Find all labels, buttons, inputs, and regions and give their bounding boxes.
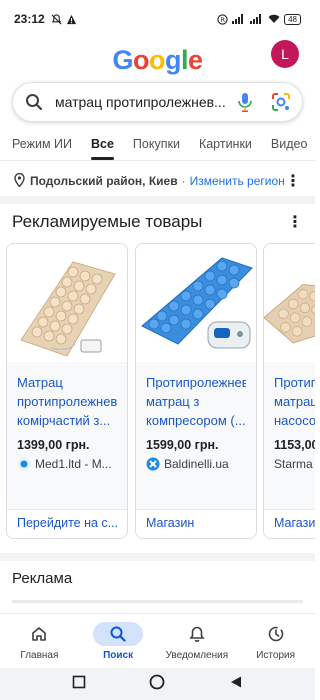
divider: [0, 160, 315, 161]
history-icon: [251, 622, 301, 646]
search-icon: [23, 91, 45, 113]
product-info: Протипролежнев матрац з компресором (...…: [136, 365, 256, 511]
seller-logo-icon: [146, 457, 160, 471]
registered-icon: R: [217, 13, 228, 25]
google-header: Google L: [0, 38, 315, 82]
logo-letter: e: [188, 44, 203, 75]
system-navigation-bar: [0, 668, 315, 700]
tab-shopping[interactable]: Покупки: [133, 130, 180, 160]
search-icon: [93, 622, 144, 646]
location-bar: Подольский район, Киев · Изменить регион…: [0, 168, 315, 194]
search-tabs: Режим ИИ Все Покупки Картинки Видео: [0, 130, 315, 160]
tab-all[interactable]: Все: [90, 130, 114, 160]
logo-letter: g: [164, 44, 182, 75]
change-region-link[interactable]: Изменить регион: [190, 174, 285, 188]
product-title[interactable]: Матрац протипролежнев комірчастий з...: [17, 373, 117, 430]
product-card[interactable]: Матрац протипролежнев комірчастий з... 1…: [6, 243, 128, 539]
product-image[interactable]: [136, 244, 256, 364]
logo-letter: o: [132, 44, 150, 75]
seller-logo-icon: [17, 457, 31, 471]
google-lens-icon[interactable]: [270, 91, 292, 113]
recent-apps-icon[interactable]: [72, 675, 86, 694]
bell-icon: [172, 622, 222, 646]
product-card[interactable]: Протиг матрац насосо 1153,00 Starma Мага…: [263, 243, 315, 539]
logo-letter: l: [180, 44, 189, 75]
nav-history[interactable]: История: [236, 614, 315, 668]
product-card[interactable]: Протипролежнев матрац з компресором (...…: [135, 243, 257, 539]
search-box[interactable]: матрац протипролежнев...: [12, 82, 303, 122]
wifi-icon: [268, 14, 280, 24]
nav-label: Уведомления: [165, 650, 229, 661]
signal-icon-2: [250, 14, 264, 24]
product-info: Матрац протипролежнев комірчастий з... 1…: [7, 365, 127, 511]
google-logo[interactable]: Google: [112, 44, 203, 76]
sponsored-products-header: Рекламируемые товары ⋮: [12, 210, 303, 234]
nav-notifications[interactable]: Уведомления: [158, 614, 237, 668]
tab-images[interactable]: Картинки: [199, 130, 252, 160]
tab-videos[interactable]: Видео: [271, 130, 308, 160]
shop-link[interactable]: Магази: [264, 509, 315, 538]
home-button-icon[interactable]: [149, 674, 165, 695]
section-gap: [0, 196, 315, 204]
location-text: Подольский район, Киев: [30, 174, 178, 188]
product-title[interactable]: Протипролежнев матрац з компресором (...: [146, 373, 246, 430]
product-image[interactable]: [264, 244, 315, 364]
product-carousel[interactable]: Матрац протипролежнев комірчастий з... 1…: [0, 243, 315, 541]
placeholder-line: [12, 600, 303, 603]
section-gap: [0, 553, 315, 561]
search-input[interactable]: матрац протипролежнев...: [55, 94, 228, 110]
product-seller: Med1.ltd - M...: [17, 457, 117, 471]
signal-icon: [232, 14, 246, 24]
status-bar: 23:12 R 48: [0, 0, 315, 38]
location-pin-icon: [14, 172, 25, 190]
nav-label: История: [256, 650, 296, 661]
notifications-off-icon: [51, 13, 62, 25]
status-time: 23:12: [14, 12, 45, 26]
nav-search[interactable]: Поиск: [79, 614, 158, 668]
product-title[interactable]: Протиг матрац насосо: [274, 373, 315, 430]
nav-label: Главная: [20, 650, 59, 661]
shop-link[interactable]: Магазин: [136, 509, 256, 538]
battery-icon: 48: [284, 13, 301, 25]
product-price: 1599,00 грн.: [146, 438, 219, 452]
avatar[interactable]: L: [271, 40, 299, 68]
warning-icon: [66, 14, 77, 25]
home-icon: [14, 622, 64, 646]
product-seller: Baldinelli.ua: [146, 457, 246, 471]
product-cta-link[interactable]: Перейдите на с...: [7, 509, 127, 538]
separator: ·: [181, 174, 186, 188]
svg-text:R: R: [221, 15, 226, 23]
back-icon[interactable]: [229, 675, 243, 694]
seller-name: Starma: [274, 457, 313, 471]
product-price: 1399,00 грн.: [17, 438, 90, 452]
nav-home[interactable]: Главная: [0, 614, 79, 668]
nav-label: Поиск: [103, 650, 134, 661]
microphone-icon[interactable]: [234, 91, 256, 113]
product-image[interactable]: [7, 244, 127, 364]
tab-ai-mode[interactable]: Режим ИИ: [12, 130, 72, 160]
seller-name: Med1.ltd - M...: [35, 457, 112, 471]
logo-letter: o: [148, 44, 166, 75]
seller-name: Baldinelli.ua: [164, 457, 229, 471]
product-info: Протиг матрац насосо 1153,00 Starma: [264, 365, 315, 511]
bottom-navigation: Главная Поиск Уведомления История: [0, 613, 315, 668]
ads-label: Реклама: [12, 570, 73, 587]
product-seller: Starma: [274, 457, 315, 471]
section-title: Рекламируемые товары: [12, 212, 203, 231]
product-price: 1153,00: [274, 438, 315, 452]
logo-letter: G: [112, 44, 133, 75]
more-options-icon[interactable]: ⋮: [285, 171, 301, 191]
more-options-icon[interactable]: ⋮: [287, 212, 303, 232]
